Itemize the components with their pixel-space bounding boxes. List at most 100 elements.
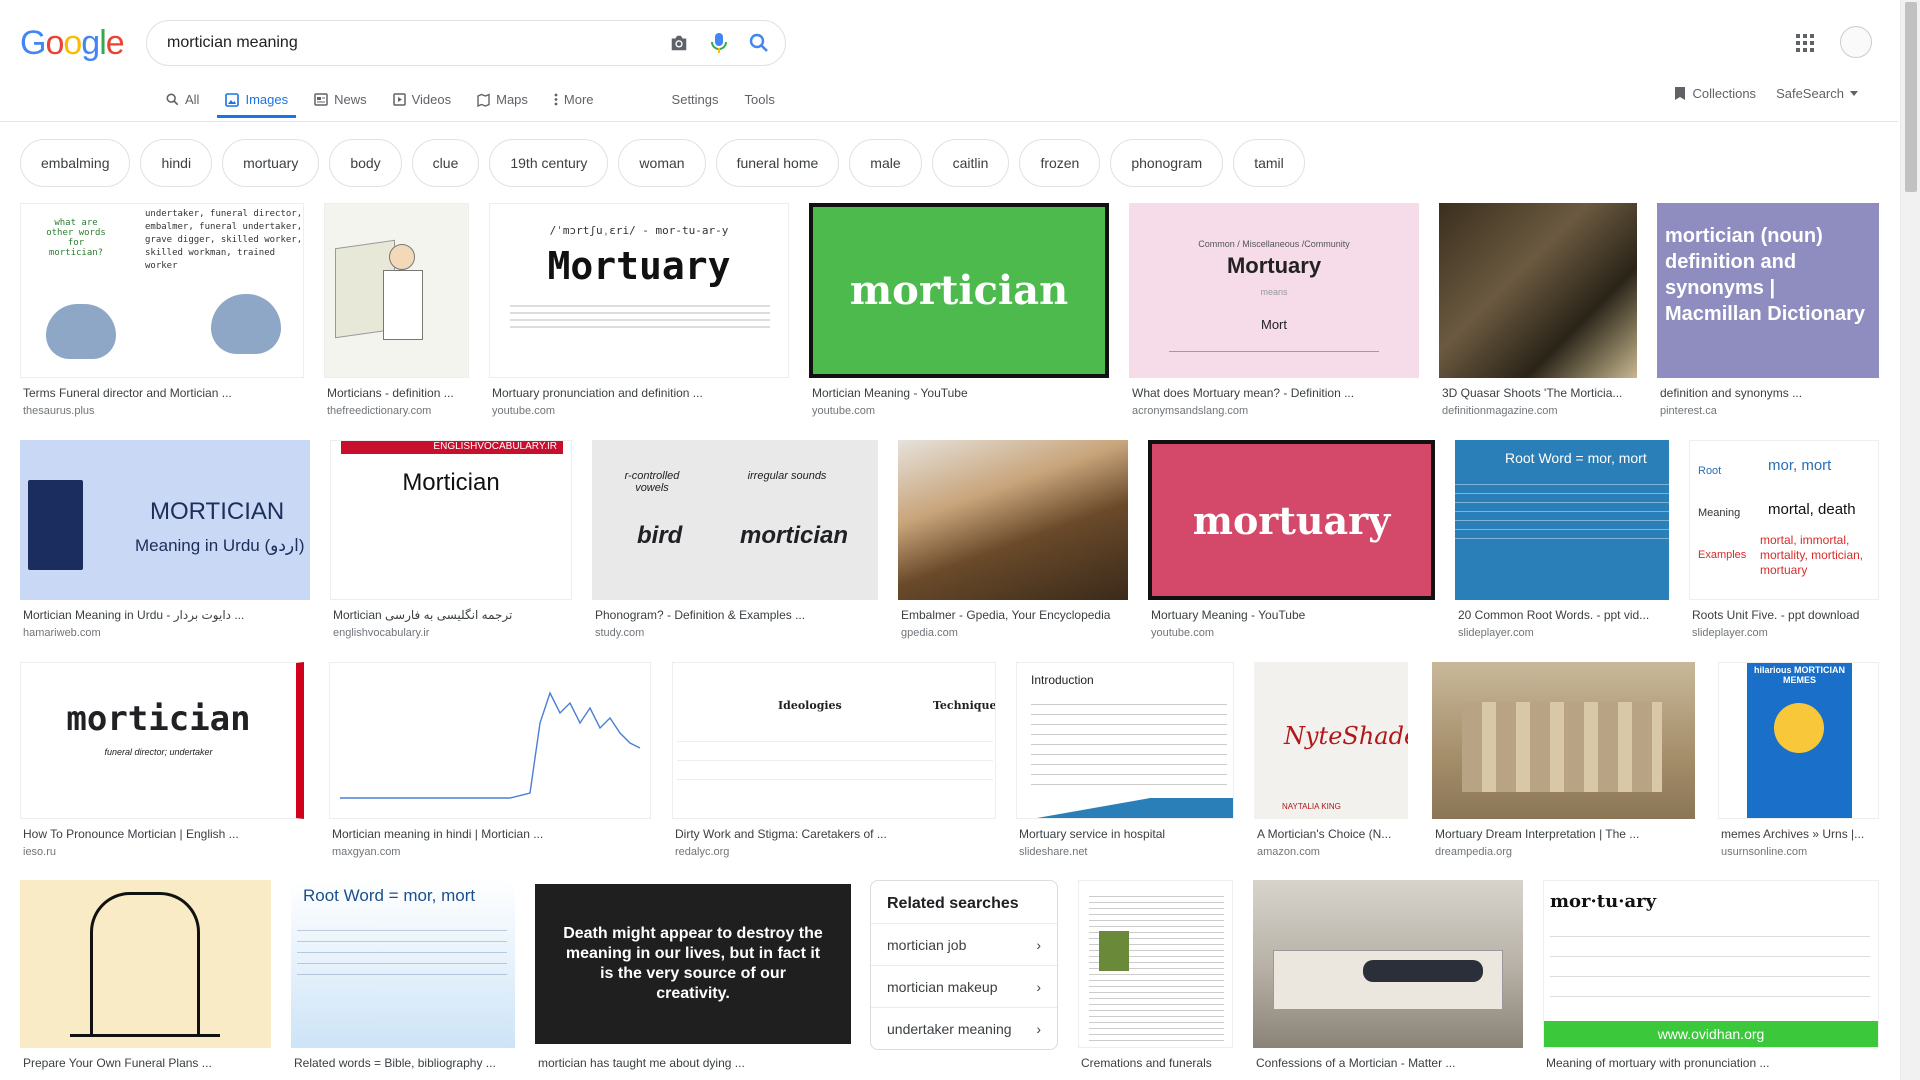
result-thumbnail[interactable]: mortician (noun) definition and synonyms…: [1657, 203, 1879, 378]
scrollbar-thumb[interactable]: [1905, 2, 1917, 192]
google-logo[interactable]: Google: [20, 24, 125, 63]
result-thumbnail[interactable]: [1439, 203, 1637, 378]
chevron-right-icon: ›: [1036, 1021, 1041, 1037]
image-result[interactable]: Morticians - definition ... thefreedicti…: [324, 203, 469, 417]
image-result[interactable]: Root Word = mor, mort 20 Common Root Wor…: [1455, 440, 1669, 639]
chevron-right-icon: ›: [1036, 936, 1041, 953]
result-thumbnail[interactable]: hilarious MORTICIAN MEMES: [1718, 662, 1879, 819]
result-thumbnail[interactable]: mortuary: [1148, 440, 1435, 600]
result-thumbnail[interactable]: [1078, 880, 1233, 1048]
result-thumbnail[interactable]: Root Word = mor, mort: [291, 880, 515, 1048]
image-result[interactable]: mor·tu·ary www.ovidhan.org Meaning of mo…: [1543, 880, 1879, 1070]
avatar[interactable]: [1840, 26, 1872, 58]
image-result[interactable]: Introduction Mortuary service in hospita…: [1016, 662, 1234, 858]
image-result[interactable]: mortician Mortician Meaning - YouTube yo…: [809, 203, 1109, 417]
header-right: Collections SafeSearch: [1674, 86, 1858, 101]
chip[interactable]: woman: [618, 139, 706, 187]
search-input[interactable]: mortician meaning: [167, 34, 659, 52]
result-thumbnail[interactable]: [1432, 662, 1695, 819]
result-thumbnail[interactable]: [329, 662, 651, 819]
image-result[interactable]: mortuary Mortuary Meaning - YouTube yout…: [1148, 440, 1435, 639]
image-result[interactable]: Embalmer - Gpedia, Your Encyclopedia gpe…: [898, 440, 1128, 639]
microphone-icon[interactable]: [699, 23, 739, 63]
image-result[interactable]: Common / Miscellaneous /Community Mortua…: [1129, 203, 1419, 417]
result-thumbnail[interactable]: [898, 440, 1128, 600]
chip[interactable]: phonogram: [1110, 139, 1224, 187]
chip[interactable]: tamil: [1233, 139, 1305, 187]
news-icon: [314, 93, 328, 106]
result-thumbnail[interactable]: what are other words for mortician? unde…: [20, 203, 304, 378]
image-result[interactable]: /ˈmɔrtʃuˌɛri/ - mor-tu-ar-y Mortuary Mor…: [489, 203, 789, 417]
image-result[interactable]: r-controlled vowels irregular sounds bir…: [592, 440, 878, 639]
result-thumbnail[interactable]: Common / Miscellaneous /Community Mortua…: [1129, 203, 1419, 378]
image-result[interactable]: Death might appear to destroy the meanin…: [535, 880, 851, 1070]
chip[interactable]: mortuary: [222, 139, 320, 187]
result-thumbnail[interactable]: Introduction: [1016, 662, 1234, 819]
result-thumbnail[interactable]: r-controlled vowels irregular sounds bir…: [592, 440, 878, 600]
scrollbar[interactable]: [1900, 0, 1920, 1080]
image-result[interactable]: what are other words for mortician? unde…: [20, 203, 304, 417]
result-thumbnail[interactable]: Root Word = mor, mort: [1455, 440, 1669, 600]
chip[interactable]: caitlin: [931, 139, 1010, 187]
tab-all[interactable]: All: [166, 86, 199, 117]
image-result[interactable]: Cremations and funerals: [1078, 880, 1233, 1070]
result-thumbnail[interactable]: [324, 203, 469, 378]
tab-videos[interactable]: Videos: [392, 86, 451, 117]
image-result[interactable]: mortician (noun) definition and synonyms…: [1657, 203, 1879, 417]
chip[interactable]: 19th century: [489, 139, 609, 187]
chip[interactable]: male: [849, 139, 922, 187]
search-icon[interactable]: [739, 23, 779, 63]
map-icon: [477, 92, 490, 107]
refinement-chips: embalming hindi mortuary body clue 19th …: [20, 139, 1305, 187]
related-search-item[interactable]: undertaker meaning ›: [871, 1008, 1057, 1050]
result-thumbnail[interactable]: [1253, 880, 1523, 1048]
result-thumbnail[interactable]: Ideologies Techniques: [672, 662, 996, 819]
tab-maps[interactable]: Maps: [477, 86, 528, 117]
tools-link[interactable]: Tools: [745, 86, 775, 117]
chip[interactable]: embalming: [20, 139, 131, 187]
image-result[interactable]: 3D Quasar Shoots 'The Morticia... defini…: [1439, 203, 1637, 417]
video-icon: [392, 93, 406, 106]
image-result[interactable]: Mortuary Dream Interpretation | The ... …: [1432, 662, 1695, 858]
related-searches: Related searches mortician job › mortici…: [870, 880, 1058, 1050]
result-thumbnail[interactable]: /ˈmɔrtʃuˌɛri/ - mor-tu-ar-y Mortuary: [489, 203, 789, 378]
image-result[interactable]: mortician funeral director; undertaker H…: [20, 662, 304, 858]
image-result[interactable]: hilarious MORTICIAN MEMES memes Archives…: [1718, 662, 1879, 858]
tab-images[interactable]: Images: [217, 86, 296, 118]
result-thumbnail[interactable]: NyteShade NAYTALIA KING: [1254, 662, 1408, 819]
apps-grid-icon[interactable]: [1796, 34, 1814, 57]
chip[interactable]: hindi: [140, 139, 213, 187]
image-result[interactable]: Prepare Your Own Funeral Plans ...: [20, 880, 271, 1070]
result-thumbnail[interactable]: MORTICIAN Meaning in Urdu (اردو): [20, 440, 310, 600]
settings-link[interactable]: Settings: [672, 86, 719, 117]
camera-icon[interactable]: [659, 23, 699, 63]
chip[interactable]: clue: [411, 139, 480, 187]
chip[interactable]: body: [329, 139, 402, 187]
result-thumbnail[interactable]: mor·tu·ary www.ovidhan.org: [1543, 880, 1879, 1048]
search-box[interactable]: mortician meaning: [146, 20, 786, 66]
image-result[interactable]: Ideologies Techniques Dirty Work and Sti…: [672, 662, 996, 858]
result-thumbnail[interactable]: ENGLISHVOCABULARY.IR Mortician: [330, 440, 572, 600]
safesearch-button[interactable]: SafeSearch: [1776, 86, 1858, 101]
image-result[interactable]: Root Word = mor, mort Related words = Bi…: [291, 880, 515, 1070]
chip[interactable]: frozen: [1019, 139, 1101, 187]
bookmark-icon: [1675, 87, 1686, 100]
image-result[interactable]: MORTICIAN Meaning in Urdu (اردو) Mortici…: [20, 440, 310, 639]
related-search-item[interactable]: mortician makeup ›: [871, 966, 1057, 1008]
result-thumbnail[interactable]: mortician funeral director; undertaker: [20, 662, 304, 819]
image-result[interactable]: Mortician meaning in hindi | Mortician .…: [329, 662, 651, 858]
collections-button[interactable]: Collections: [1674, 86, 1756, 101]
image-result[interactable]: Confessions of a Mortician - Matter ...: [1253, 880, 1523, 1070]
result-thumbnail[interactable]: Root Meaning Examples mor, mort mortal, …: [1689, 440, 1879, 600]
tab-news[interactable]: News: [314, 86, 367, 117]
result-thumbnail[interactable]: Death might appear to destroy the meanin…: [535, 880, 851, 1048]
chevron-right-icon: ›: [1036, 978, 1041, 995]
image-result[interactable]: ENGLISHVOCABULARY.IR Mortician Mortician…: [330, 440, 572, 639]
image-result[interactable]: Root Meaning Examples mor, mort mortal, …: [1689, 440, 1879, 639]
tab-more[interactable]: More: [554, 86, 594, 117]
image-result[interactable]: NyteShade NAYTALIA KING A Mortician's Ch…: [1254, 662, 1408, 858]
result-thumbnail[interactable]: mortician: [809, 203, 1109, 378]
result-thumbnail[interactable]: [20, 880, 271, 1048]
chip[interactable]: funeral home: [715, 139, 840, 187]
related-search-item[interactable]: mortician job ›: [871, 924, 1057, 966]
